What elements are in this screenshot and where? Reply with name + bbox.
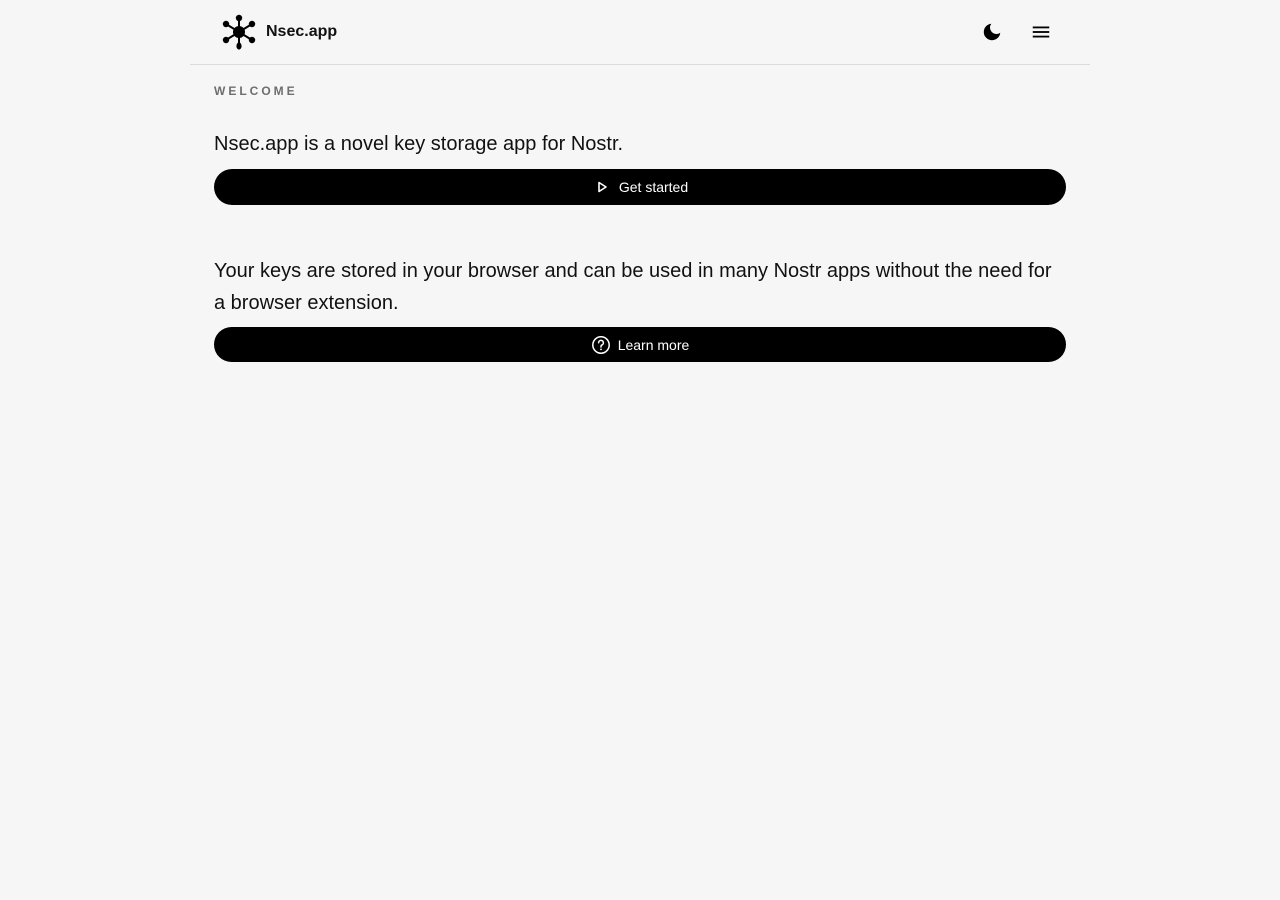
header-actions — [975, 15, 1058, 49]
intro-text: Nsec.app is a novel key storage app for … — [214, 133, 624, 155]
nostr-network-logo-icon — [222, 14, 256, 50]
theme-toggle-button[interactable] — [975, 15, 1009, 49]
brand[interactable]: Nsec.app — [222, 14, 337, 50]
app-header: Nsec.app — [190, 0, 1090, 65]
brand-name: Nsec.app — [266, 23, 338, 40]
learn-more-label: Learn more — [617, 336, 690, 353]
page-container: Nsec.app WELCOME Nsec.app is a novel key… — [190, 0, 1090, 362]
help-circle-icon — [591, 335, 611, 355]
main-content: WELCOME Nsec.app is a novel key storage … — [190, 84, 1090, 362]
get-started-label: Get started — [618, 179, 689, 195]
description-text: Your keys are stored in your browser and… — [214, 260, 1052, 314]
menu-button[interactable] — [1024, 15, 1058, 49]
play-icon — [592, 177, 612, 197]
get-started-button[interactable]: Get started — [214, 169, 1066, 205]
section-label: WELCOME — [214, 84, 298, 98]
learn-more-button[interactable]: Learn more — [214, 327, 1066, 362]
hamburger-menu-icon — [1032, 26, 1050, 38]
moon-icon — [983, 23, 1001, 41]
